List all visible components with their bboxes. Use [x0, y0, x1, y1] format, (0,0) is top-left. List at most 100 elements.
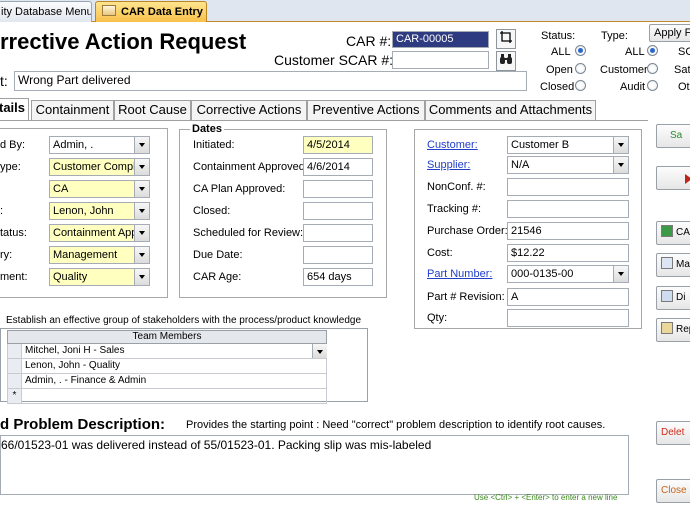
status-dropdown[interactable]: Containment Appro: [49, 224, 150, 242]
qty-field[interactable]: [507, 309, 629, 327]
new-record-row[interactable]: *: [7, 389, 327, 404]
customer-dropdown[interactable]: Customer B: [507, 136, 629, 154]
tab-preventive-actions[interactable]: Preventive Actions: [307, 100, 425, 120]
car-number-label: CAR #:: [346, 33, 392, 49]
ca-plan-approved-field[interactable]: [303, 180, 373, 198]
due-date-field[interactable]: [303, 246, 373, 264]
table-row[interactable]: Mitchel, Joni H - Sales: [7, 344, 327, 359]
action-type-dropdown[interactable]: CA: [49, 180, 150, 198]
part-revision-field[interactable]: A: [507, 288, 629, 306]
tab-car-data-entry[interactable]: CAR Data Entry: [95, 1, 207, 22]
supplier-link[interactable]: Supplier:: [427, 159, 470, 171]
chevron-down-icon[interactable]: [134, 137, 149, 153]
tracking-field[interactable]: [507, 200, 629, 218]
chevron-down-icon[interactable]: [134, 269, 149, 285]
problem-description-text: 66/01523-01 was delivered instead of 55/…: [1, 438, 432, 452]
arrow-right-icon: [685, 174, 690, 184]
dates-title: Dates: [190, 123, 224, 135]
closed-date-field[interactable]: [303, 202, 373, 220]
car-lookup-button[interactable]: [496, 29, 516, 49]
display-button[interactable]: Di: [656, 286, 690, 310]
scheduled-review-field[interactable]: [303, 224, 373, 242]
type-audit-radio[interactable]: [647, 80, 658, 91]
customer-scar-label: Customer SCAR #:: [274, 52, 394, 68]
containment-approved-label: Containment Approved:: [193, 161, 308, 173]
status-closed-radio[interactable]: [575, 80, 586, 91]
type-sc-label: SC: [678, 46, 690, 58]
team-member-name: Mitchel, Joni H - Sales: [25, 345, 125, 356]
initiated-label: Initiated:: [193, 139, 235, 151]
close-button[interactable]: Close: [656, 479, 690, 503]
team-members-header: Team Members: [7, 330, 327, 344]
mail-button[interactable]: Ma: [656, 253, 690, 277]
report-icon: [661, 225, 673, 237]
binoculars-icon: [500, 54, 512, 64]
initiated-date-field[interactable]: 4/5/2014: [303, 136, 373, 154]
type-dropdown[interactable]: Customer Complain: [49, 158, 150, 176]
tab-label: ity Database Menu: [1, 6, 92, 18]
chevron-down-icon[interactable]: [134, 159, 149, 175]
next-record-button[interactable]: [656, 166, 690, 190]
delete-button[interactable]: Delet: [656, 421, 690, 445]
containment-approved-field[interactable]: 4/6/2014: [303, 158, 373, 176]
type-sat-label: Sat: [674, 64, 690, 76]
subject-label: t:: [0, 73, 8, 89]
supplier-dropdown[interactable]: N/A: [507, 156, 629, 174]
customer-scar-field[interactable]: [392, 51, 489, 69]
row-selector[interactable]: [8, 359, 22, 373]
tab-comments-attachments[interactable]: Comments and Attachments: [425, 100, 596, 120]
car-number-field[interactable]: CAR-00005: [392, 31, 489, 48]
type-customer-radio[interactable]: [647, 63, 658, 74]
status-open-radio[interactable]: [575, 63, 586, 74]
nonconf-field[interactable]: [507, 178, 629, 196]
department-dropdown[interactable]: Quality: [49, 268, 150, 286]
table-row[interactable]: Admin, . - Finance & Admin: [7, 374, 327, 389]
customer-link[interactable]: Customer:: [427, 139, 478, 151]
chevron-down-icon[interactable]: [134, 247, 149, 263]
type-all-radio[interactable]: [647, 45, 658, 56]
subject-field[interactable]: Wrong Part delivered: [14, 71, 527, 91]
table-row[interactable]: Lenon, John - Quality: [7, 359, 327, 374]
row-selector[interactable]: [8, 344, 22, 358]
problem-description-heading: d Problem Description:: [0, 416, 166, 433]
chevron-down-icon[interactable]: [134, 225, 149, 241]
form-icon: [102, 5, 116, 16]
status-closed-label: Closed: [540, 81, 575, 93]
reports-button[interactable]: Rep: [656, 318, 690, 342]
chevron-down-icon[interactable]: [312, 344, 327, 358]
save-button[interactable]: Sa: [656, 124, 690, 148]
due-date-label: Due Date:: [193, 249, 243, 261]
ca-report-button[interactable]: CA: [656, 221, 690, 245]
owner-dropdown[interactable]: Lenon, John: [49, 202, 150, 220]
row-selector[interactable]: [8, 374, 22, 388]
closed-date-label: Closed:: [193, 205, 231, 217]
tab-root-cause[interactable]: Root Cause: [114, 100, 191, 120]
tab-containment[interactable]: Containment: [31, 100, 114, 120]
member-dropdown[interactable]: [311, 344, 327, 358]
part-number-link[interactable]: Part Number:: [427, 268, 492, 280]
chevron-down-icon[interactable]: [134, 203, 149, 219]
cost-label: Cost:: [427, 247, 453, 259]
category-dropdown[interactable]: Management: [49, 246, 150, 264]
tab-corrective-actions[interactable]: Corrective Actions: [191, 100, 307, 120]
chevron-down-icon[interactable]: [613, 266, 628, 282]
cost-field[interactable]: $12.22: [507, 244, 629, 262]
apply-filter-button[interactable]: Apply Fi: [649, 24, 690, 42]
purchase-order-field[interactable]: 21546: [507, 222, 629, 240]
chevron-down-icon[interactable]: [613, 157, 628, 173]
type-other-label: Ot: [678, 81, 690, 93]
button-label: Sa: [670, 130, 683, 141]
part-number-dropdown[interactable]: 000-0135-00: [507, 265, 629, 283]
newline-hint: Use <Ctrl> + <Enter> to enter a new line: [474, 493, 618, 502]
part-revision-label: Part # Revision:: [427, 291, 505, 303]
dropdown-value: Lenon, John: [53, 205, 114, 217]
created-by-dropdown[interactable]: Admin, .: [49, 136, 150, 154]
chevron-down-icon[interactable]: [134, 181, 149, 197]
status-all-radio[interactable]: [575, 45, 586, 56]
binoculars-button[interactable]: [496, 51, 516, 71]
chevron-down-icon[interactable]: [613, 137, 628, 153]
tab-quality-database-menu[interactable]: ity Database Menu: [0, 1, 92, 22]
owner-label: :: [0, 205, 4, 217]
tab-details[interactable]: tails: [0, 98, 29, 121]
problem-description-field[interactable]: 66/01523-01 was delivered instead of 55/…: [0, 435, 629, 495]
